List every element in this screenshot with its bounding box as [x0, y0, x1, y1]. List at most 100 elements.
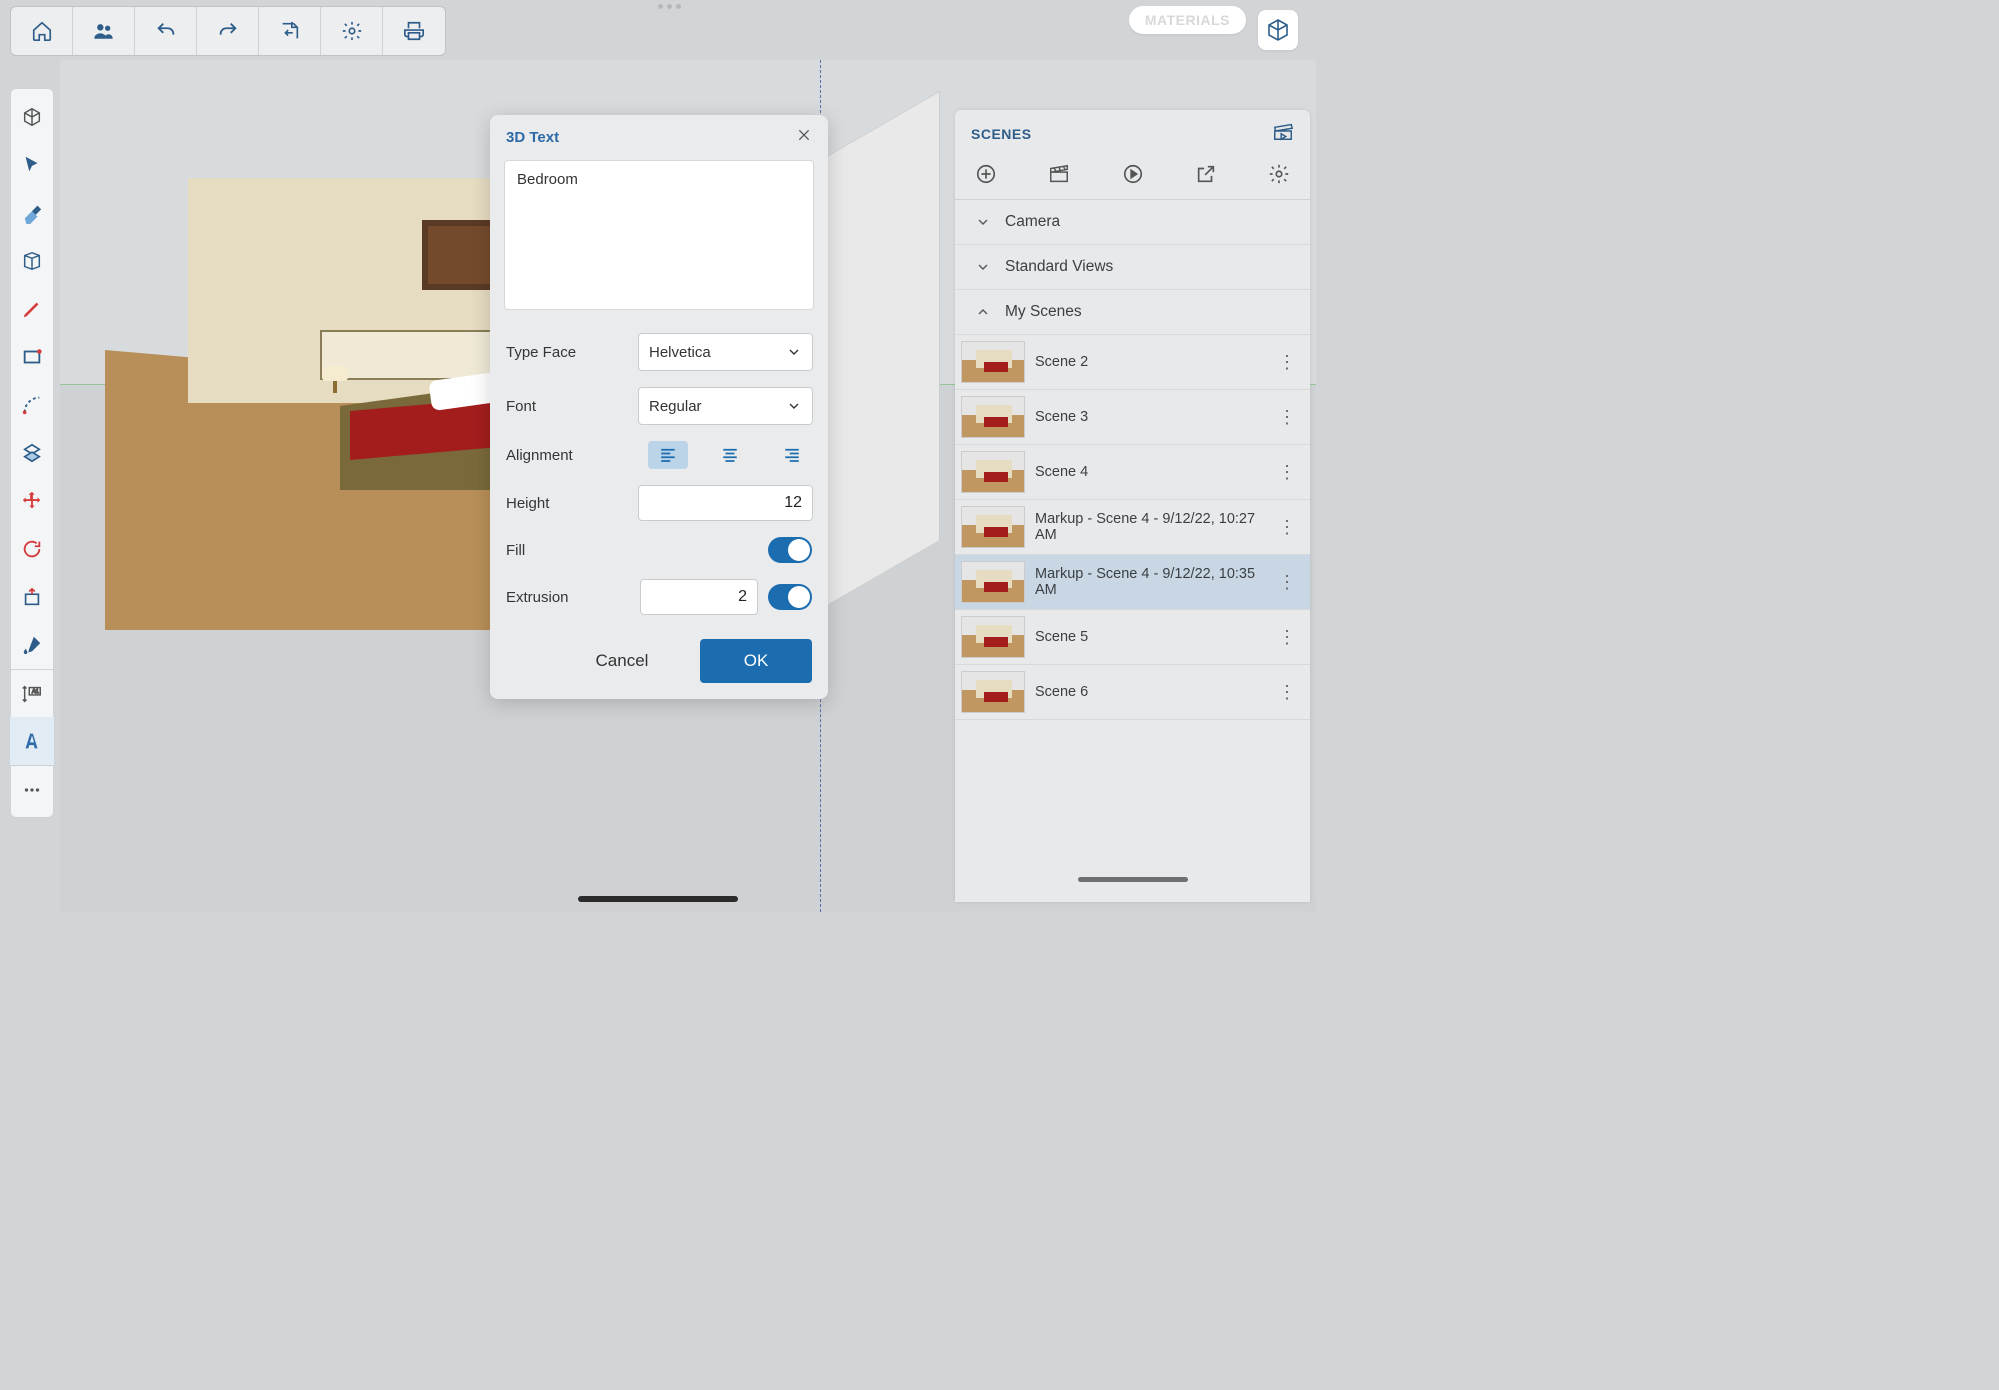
animation-button[interactable] — [1046, 161, 1072, 187]
align-right-button[interactable] — [772, 441, 812, 469]
extrusion-label: Extrusion — [506, 589, 626, 606]
fill-label: Fill — [506, 542, 626, 559]
section-camera-label: Camera — [1005, 213, 1060, 231]
alignment-label: Alignment — [506, 447, 626, 464]
font-select[interactable]: Regular — [638, 387, 813, 425]
close-button[interactable] — [796, 127, 812, 148]
height-label: Height — [506, 495, 626, 512]
chevron-down-icon — [786, 344, 802, 360]
section-standard-views-label: Standard Views — [1005, 258, 1113, 276]
views-tool[interactable] — [10, 237, 54, 285]
panel-resize-handle[interactable] — [1078, 877, 1188, 882]
dialog-title: 3D Text — [506, 129, 559, 146]
paint-tool[interactable] — [10, 621, 54, 669]
pencil-tool[interactable] — [10, 285, 54, 333]
scene-label: Scene 4 — [1035, 464, 1264, 480]
scene-row[interactable]: Scene 2 ⋮ — [955, 335, 1310, 390]
scene-label: Markup - Scene 4 - 9/12/22, 10:35 AM — [1035, 566, 1264, 598]
scene-row[interactable]: Markup - Scene 4 - 9/12/22, 10:35 AM ⋮ — [955, 555, 1310, 610]
move-tool[interactable] — [10, 477, 54, 525]
scene-more-button[interactable]: ⋮ — [1274, 682, 1300, 703]
scene-label: Scene 6 — [1035, 684, 1264, 700]
offset-tool[interactable] — [10, 429, 54, 477]
3d-text-dialog: 3D Text Type Face Helvetica Font Regular… — [490, 115, 828, 699]
scene-row[interactable]: Scene 6 ⋮ — [955, 665, 1310, 720]
section-camera[interactable]: Camera — [955, 200, 1310, 245]
scene-thumbnail — [961, 341, 1025, 383]
scene-thumbnail — [961, 671, 1025, 713]
chevron-down-icon — [975, 214, 991, 230]
typeface-label: Type Face — [506, 344, 626, 361]
view-cube-button[interactable] — [1258, 10, 1298, 50]
scene-more-button[interactable]: ⋮ — [1274, 517, 1300, 538]
scene-thumbnail — [961, 451, 1025, 493]
scene-label: Markup - Scene 4 - 9/12/22, 10:27 AM — [1035, 511, 1264, 543]
height-input[interactable] — [638, 485, 813, 521]
settings-button[interactable] — [321, 7, 383, 55]
scenes-title: SCENES — [971, 126, 1032, 142]
share-button[interactable] — [1193, 161, 1219, 187]
pushpull-tool[interactable] — [10, 573, 54, 621]
ok-button[interactable]: OK — [700, 639, 812, 683]
scene-thumbnail — [961, 396, 1025, 438]
align-center-button[interactable] — [710, 441, 750, 469]
cancel-button[interactable]: Cancel — [562, 639, 682, 683]
section-my-scenes[interactable]: My Scenes — [955, 290, 1310, 335]
text-input[interactable] — [504, 160, 814, 310]
scene-thumbnail — [961, 506, 1025, 548]
extrusion-input[interactable] — [640, 579, 758, 615]
add-scene-button[interactable] — [973, 161, 999, 187]
chevron-down-icon — [786, 398, 802, 414]
scene-row[interactable]: Scene 5 ⋮ — [955, 610, 1310, 665]
scene-more-button[interactable]: ⋮ — [1274, 627, 1300, 648]
more-tools[interactable] — [10, 765, 54, 813]
import-button[interactable] — [259, 7, 321, 55]
scenes-clapper-icon[interactable] — [1272, 120, 1294, 147]
orbit-tool[interactable] — [10, 93, 54, 141]
eraser-tool[interactable] — [10, 189, 54, 237]
select-tool[interactable] — [10, 141, 54, 189]
scene-more-button[interactable]: ⋮ — [1274, 352, 1300, 373]
scene-thumbnail — [961, 616, 1025, 658]
svg-text:A1: A1 — [32, 689, 39, 695]
scene-more-button[interactable]: ⋮ — [1274, 407, 1300, 428]
window-drag-handle[interactable] — [658, 4, 681, 9]
scenes-toolbar — [955, 155, 1310, 200]
chevron-up-icon — [975, 304, 991, 320]
people-button[interactable] — [73, 7, 135, 55]
scene-row[interactable]: Scene 4 ⋮ — [955, 445, 1310, 500]
rotate-tool[interactable] — [10, 525, 54, 573]
font-label: Font — [506, 398, 626, 415]
undo-button[interactable] — [135, 7, 197, 55]
rectangle-tool[interactable] — [10, 333, 54, 381]
redo-button[interactable] — [197, 7, 259, 55]
scene-label: Scene 5 — [1035, 629, 1264, 645]
section-my-scenes-label: My Scenes — [1005, 303, 1082, 321]
arc-tool[interactable] — [10, 381, 54, 429]
scene-label: Scene 3 — [1035, 409, 1264, 425]
scene-list: Scene 2 ⋮ Scene 3 ⋮ Scene 4 ⋮ Markup - S… — [955, 335, 1310, 720]
top-toolbar — [10, 6, 446, 56]
typeface-select[interactable]: Helvetica — [638, 333, 813, 371]
3dtext-tool[interactable] — [10, 717, 54, 765]
play-button[interactable] — [1120, 161, 1146, 187]
scene-label: Scene 2 — [1035, 354, 1264, 370]
scene-thumbnail — [961, 561, 1025, 603]
chevron-down-icon — [975, 259, 991, 275]
scene-more-button[interactable]: ⋮ — [1274, 462, 1300, 483]
scene-row[interactable]: Markup - Scene 4 - 9/12/22, 10:27 AM ⋮ — [955, 500, 1310, 555]
fill-toggle[interactable] — [768, 537, 812, 563]
scenes-panel: SCENES Camera Standard Views My Scenes S… — [955, 110, 1310, 902]
print-button[interactable] — [383, 7, 445, 55]
home-indicator — [578, 896, 738, 902]
scene-row[interactable]: Scene 3 ⋮ — [955, 390, 1310, 445]
extrusion-toggle[interactable] — [768, 584, 812, 610]
materials-chip[interactable]: MATERIALS — [1129, 6, 1246, 34]
left-toolbar: A1 — [10, 88, 54, 818]
dimension-tool[interactable]: A1 — [10, 669, 54, 717]
scenes-settings-button[interactable] — [1266, 161, 1292, 187]
align-left-button[interactable] — [648, 441, 688, 469]
section-standard-views[interactable]: Standard Views — [955, 245, 1310, 290]
scene-more-button[interactable]: ⋮ — [1274, 572, 1300, 593]
home-button[interactable] — [11, 7, 73, 55]
